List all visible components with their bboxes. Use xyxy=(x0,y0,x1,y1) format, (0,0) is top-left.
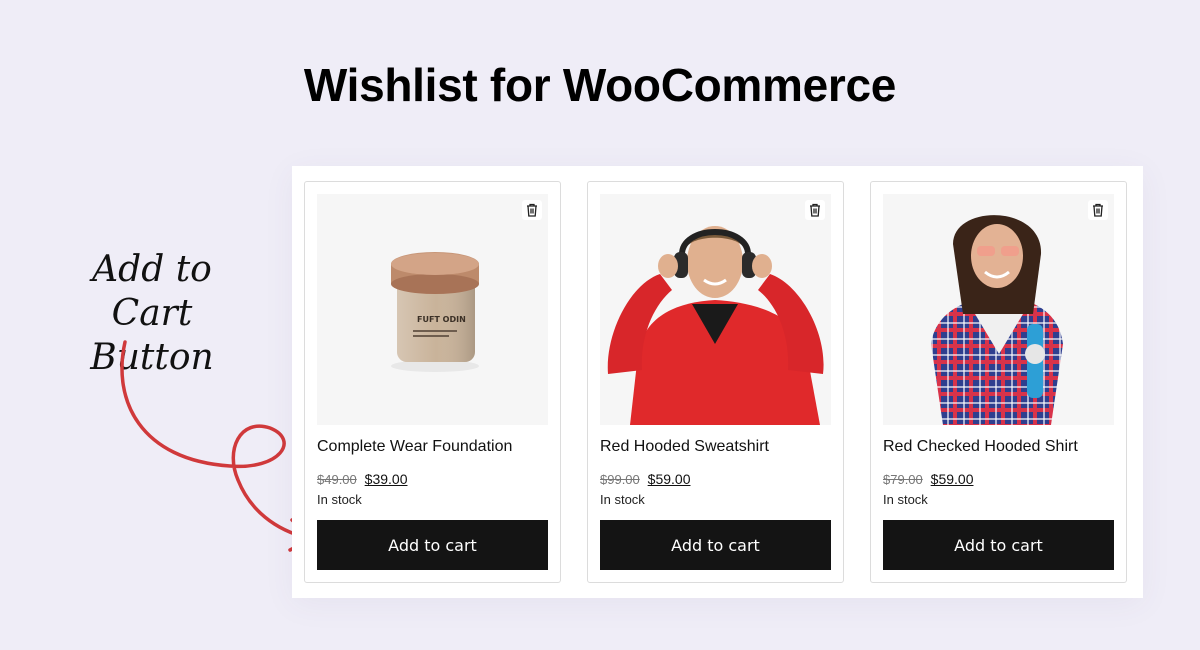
sale-price: $39.00 xyxy=(364,471,408,487)
stock-status: In stock xyxy=(600,492,645,507)
old-price: $49.00 xyxy=(317,472,357,487)
price-row: $79.00 $59.00 xyxy=(883,471,973,487)
product-image-checked-shirt[interactable] xyxy=(883,194,1114,425)
woman-checked-shirt-image xyxy=(931,215,1063,425)
jar-label: FUFT ODIN xyxy=(417,315,466,324)
stock-status: In stock xyxy=(317,492,362,507)
add-to-cart-button[interactable]: Add to cart xyxy=(600,520,831,570)
product-image-red-hoodie[interactable] xyxy=(600,194,831,425)
stock-status: In stock xyxy=(883,492,928,507)
old-price: $79.00 xyxy=(883,472,923,487)
add-to-cart-button[interactable]: Add to cart xyxy=(883,520,1114,570)
sale-price: $59.00 xyxy=(930,471,974,487)
trash-icon[interactable] xyxy=(1088,200,1108,220)
man-red-hoodie-image xyxy=(607,226,824,425)
product-name[interactable]: Red Checked Hooded Shirt xyxy=(883,438,1078,456)
sale-price: $59.00 xyxy=(647,471,691,487)
price-row: $99.00 $59.00 xyxy=(600,471,690,487)
trash-icon[interactable] xyxy=(522,200,542,220)
price-row: $49.00 $39.00 xyxy=(317,471,407,487)
product-image-cosmetic-jar[interactable]: FUFT ODIN xyxy=(317,194,548,425)
trash-icon[interactable] xyxy=(805,200,825,220)
wishlist-panel: FUFT ODIN Complete Wear Foundation $49.0… xyxy=(292,166,1143,598)
wishlist-card: Red Checked Hooded Shirt $79.00 $59.00 I… xyxy=(870,181,1127,583)
wishlist-card: FUFT ODIN Complete Wear Foundation $49.0… xyxy=(304,181,561,583)
cosmetic-jar-image: FUFT ODIN xyxy=(391,252,479,372)
product-name[interactable]: Complete Wear Foundation xyxy=(317,438,512,456)
product-name[interactable]: Red Hooded Sweatshirt xyxy=(600,438,769,456)
old-price: $99.00 xyxy=(600,472,640,487)
add-to-cart-button[interactable]: Add to cart xyxy=(317,520,548,570)
wishlist-card: Red Hooded Sweatshirt $99.00 $59.00 In s… xyxy=(587,181,844,583)
